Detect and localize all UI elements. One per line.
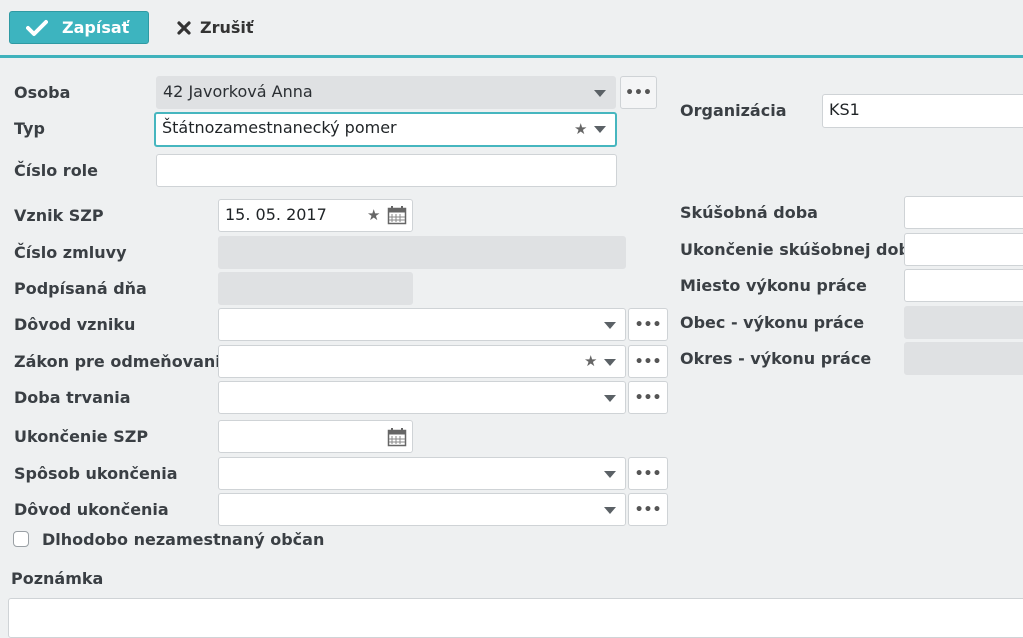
typ-select[interactable]: Štátnozamestnanecký pomer: [154, 112, 617, 147]
toolbar: [0, 0, 1023, 56]
skusobna-doba-input[interactable]: [904, 196, 1023, 229]
doba-trvania-select[interactable]: [218, 381, 626, 414]
chevron-down-icon[interactable]: [594, 90, 606, 97]
toolbar-divider: [0, 55, 1023, 58]
vznik-szp-value: 15. 05. 2017: [225, 205, 327, 224]
chevron-down-icon[interactable]: [594, 126, 606, 133]
okres-vykonu-input: [904, 342, 1023, 375]
sposob-ukoncenia-label: Spôsob ukončenia: [14, 464, 178, 483]
chevron-down-icon[interactable]: [604, 507, 616, 514]
obec-vykonu-input: [904, 306, 1023, 339]
cislo-zmluvy-input: [218, 236, 626, 269]
doba-trvania-label: Doba trvania: [14, 388, 131, 407]
podpisana-dna-input: [218, 272, 413, 305]
dovod-ukoncenia-more-button[interactable]: •••: [628, 493, 668, 526]
ellipsis-icon: •••: [634, 389, 662, 406]
save-label: Zapísať: [62, 18, 130, 37]
ukoncenie-skusobnej-label: Ukončenie skúšobnej doby: [680, 240, 921, 259]
ukoncenie-szp-date-input[interactable]: [218, 420, 413, 453]
cislo-role-label: Číslo role: [14, 161, 99, 180]
dovod-vzniku-select[interactable]: [218, 308, 626, 341]
organizacia-value: KS1: [829, 100, 860, 119]
zakon-label: Zákon pre odmeňovanie: [14, 352, 232, 371]
osoba-value: 42 Javorková Anna: [163, 82, 313, 101]
ukoncenie-szp-label: Ukončenie SZP: [14, 427, 149, 446]
cislo-zmluvy-label: Číslo zmluvy: [14, 243, 127, 262]
dlhodobo-label: Dlhodobo nezamestnaný občan: [42, 530, 325, 549]
chevron-down-icon[interactable]: [604, 395, 616, 402]
obec-vykonu-label: Obec - výkonu práce: [680, 313, 865, 332]
dovod-vzniku-label: Dôvod vzniku: [14, 315, 136, 334]
star-icon[interactable]: ★: [367, 207, 380, 223]
calendar-icon[interactable]: [387, 205, 407, 229]
save-button[interactable]: Zapísať: [9, 11, 149, 44]
ellipsis-icon: •••: [625, 84, 652, 101]
typ-value: Štátnozamestnanecký pomer: [162, 118, 397, 137]
podpisana-dna-label: Podpísaná dňa: [14, 279, 147, 298]
skusobna-doba-label: Skúšobná doba: [680, 203, 818, 222]
poznamka-textarea[interactable]: [8, 598, 1023, 638]
chevron-down-icon[interactable]: [604, 471, 616, 478]
osoba-more-button[interactable]: •••: [620, 76, 657, 109]
ellipsis-icon: •••: [634, 501, 662, 518]
ukoncenie-skusobnej-input[interactable]: [904, 233, 1023, 266]
chevron-down-icon[interactable]: [604, 322, 616, 329]
ellipsis-icon: •••: [634, 353, 662, 370]
cancel-label: Zrušiť: [200, 18, 254, 37]
organizacia-label: Organizácia: [680, 101, 787, 120]
vznik-szp-date-input[interactable]: 15. 05. 2017: [218, 199, 413, 232]
ellipsis-icon: •••: [634, 465, 662, 482]
zakon-select[interactable]: [218, 345, 626, 378]
cislo-role-input[interactable]: [156, 154, 617, 187]
dovod-ukoncenia-label: Dôvod ukončenia: [14, 500, 169, 519]
chevron-down-icon[interactable]: [604, 359, 616, 366]
dlhodobo-checkbox[interactable]: [13, 531, 29, 547]
osoba-select[interactable]: 42 Javorková Anna: [156, 76, 616, 109]
organizacia-input[interactable]: KS1: [822, 94, 1023, 128]
doba-trvania-more-button[interactable]: •••: [628, 381, 668, 414]
okres-vykonu-label: Okres - výkonu práce: [680, 349, 872, 368]
check-icon: [26, 19, 48, 37]
osoba-label: Osoba: [14, 83, 71, 102]
sposob-ukoncenia-more-button[interactable]: •••: [628, 457, 668, 490]
dovod-vzniku-more-button[interactable]: •••: [628, 308, 668, 341]
miesto-vykonu-label: Miesto výkonu práce: [680, 276, 867, 295]
zakon-more-button[interactable]: •••: [628, 345, 668, 378]
sposob-ukoncenia-select[interactable]: [218, 457, 626, 490]
miesto-vykonu-input[interactable]: [904, 269, 1023, 302]
dovod-ukoncenia-select[interactable]: [218, 493, 626, 526]
star-icon[interactable]: ★: [584, 353, 597, 369]
vznik-szp-label: Vznik SZP: [14, 206, 104, 225]
calendar-icon[interactable]: [387, 427, 407, 451]
cancel-button[interactable]: Zrušiť: [170, 11, 265, 44]
typ-label: Typ: [14, 119, 45, 138]
ellipsis-icon: •••: [634, 316, 662, 333]
poznamka-label: Poznámka: [11, 569, 104, 588]
close-icon: [176, 20, 192, 36]
star-icon[interactable]: ★: [574, 121, 587, 137]
